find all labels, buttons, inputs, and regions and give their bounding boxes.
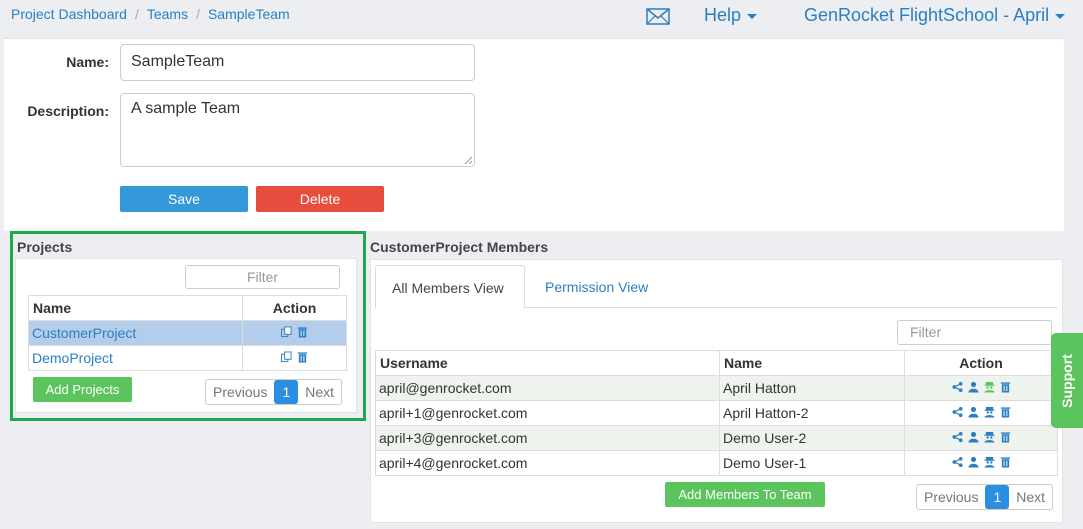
table-row[interactable]: CustomerProject <box>28 320 347 346</box>
breadcrumb-teams[interactable]: Teams <box>147 6 188 22</box>
user-icon[interactable] <box>967 381 979 393</box>
delete-button[interactable]: Delete <box>256 186 384 212</box>
user-secret-icon[interactable] <box>983 431 995 443</box>
trash-icon[interactable] <box>1000 456 1011 468</box>
projects-pagination: Previous 1 Next <box>205 379 343 405</box>
table-row[interactable]: april+4@genrocket.com Demo User-1 <box>375 450 1058 476</box>
project-link[interactable]: DemoProject <box>28 345 243 371</box>
tab-all-members-view[interactable]: All Members View <box>375 265 525 309</box>
description-textarea[interactable]: A sample Team <box>120 93 475 167</box>
member-name: April Hatton <box>719 375 905 401</box>
breadcrumb: Project Dashboard / Teams / SampleTeam <box>11 6 290 22</box>
org-menu[interactable]: GenRocket FlightSchool - April <box>804 5 1066 26</box>
save-button[interactable]: Save <box>120 186 248 212</box>
chevron-down-icon <box>747 13 758 19</box>
column-header-name: Name <box>28 295 243 321</box>
member-username: april@genrocket.com <box>375 375 720 401</box>
trash-icon[interactable] <box>297 351 308 363</box>
member-name: April Hatton-2 <box>719 400 905 426</box>
pagination-previous[interactable]: Previous <box>917 485 985 509</box>
members-title: CustomerProject Members <box>370 239 549 255</box>
projects-filter-input[interactable]: Filter <box>185 265 340 289</box>
table-row[interactable]: DemoProject <box>28 345 347 371</box>
resize-handle-icon[interactable] <box>464 156 473 165</box>
add-members-button[interactable]: Add Members To Team <box>665 482 825 507</box>
projects-table: Name Action CustomerProject DemoProject <box>28 295 347 371</box>
members-filter-input[interactable]: Filter <box>897 320 1052 345</box>
column-header-action: Action <box>242 295 347 321</box>
chevron-down-icon <box>1055 13 1066 19</box>
share-icon[interactable] <box>951 456 963 468</box>
share-icon[interactable] <box>951 381 963 393</box>
breadcrumb-sampleteam[interactable]: SampleTeam <box>208 6 290 22</box>
table-row[interactable]: april+1@genrocket.com April Hatton-2 <box>375 400 1058 426</box>
name-label: Name: <box>66 54 109 70</box>
table-header-row: Username Name Action <box>375 350 1058 376</box>
members-table: Username Name Action april@genrocket.com… <box>375 350 1058 476</box>
support-tab[interactable]: Support <box>1051 333 1083 428</box>
tab-permission-view[interactable]: Permission View <box>529 265 664 309</box>
trash-icon[interactable] <box>1000 381 1011 393</box>
copy-icon[interactable] <box>281 351 292 363</box>
table-row[interactable]: april+3@genrocket.com Demo User-2 <box>375 425 1058 451</box>
column-header-username: Username <box>375 350 720 376</box>
trash-icon[interactable] <box>1000 431 1011 443</box>
members-pagination: Previous 1 Next <box>916 484 1054 510</box>
share-icon[interactable] <box>951 406 963 418</box>
description-label: Description: <box>27 103 109 119</box>
user-icon[interactable] <box>967 456 979 468</box>
pagination-next[interactable]: Next <box>298 380 341 404</box>
member-username: april+3@genrocket.com <box>375 425 720 451</box>
user-secret-icon[interactable] <box>983 406 995 418</box>
help-menu[interactable]: Help <box>704 5 758 26</box>
project-link[interactable]: CustomerProject <box>28 320 243 346</box>
pagination-page[interactable]: 1 <box>274 380 299 404</box>
pagination-next[interactable]: Next <box>1009 485 1052 509</box>
breadcrumb-project-dashboard[interactable]: Project Dashboard <box>11 6 127 22</box>
mail-icon[interactable] <box>646 8 670 25</box>
member-name: Demo User-2 <box>719 425 905 451</box>
user-icon[interactable] <box>967 406 979 418</box>
member-username: april+1@genrocket.com <box>375 400 720 426</box>
member-username: april+4@genrocket.com <box>375 450 720 476</box>
table-header-row: Name Action <box>28 295 347 321</box>
trash-icon[interactable] <box>297 326 308 338</box>
copy-icon[interactable] <box>281 326 292 338</box>
user-secret-icon[interactable] <box>983 381 995 393</box>
members-tabs: All Members View Permission View <box>375 265 1058 309</box>
member-name: Demo User-1 <box>719 450 905 476</box>
user-icon[interactable] <box>967 431 979 443</box>
pagination-page[interactable]: 1 <box>985 485 1010 509</box>
pagination-previous[interactable]: Previous <box>206 380 274 404</box>
column-header-name: Name <box>719 350 905 376</box>
name-input[interactable]: SampleTeam <box>120 44 475 81</box>
column-header-action: Action <box>904 350 1058 376</box>
projects-title: Projects <box>17 239 73 255</box>
share-icon[interactable] <box>951 431 963 443</box>
user-secret-icon[interactable] <box>983 456 995 468</box>
top-bar: Project Dashboard / Teams / SampleTeam Help … <box>0 0 1083 32</box>
add-projects-button[interactable]: Add Projects <box>33 377 132 402</box>
trash-icon[interactable] <box>1000 406 1011 418</box>
table-row[interactable]: april@genrocket.com April Hatton <box>375 375 1058 401</box>
